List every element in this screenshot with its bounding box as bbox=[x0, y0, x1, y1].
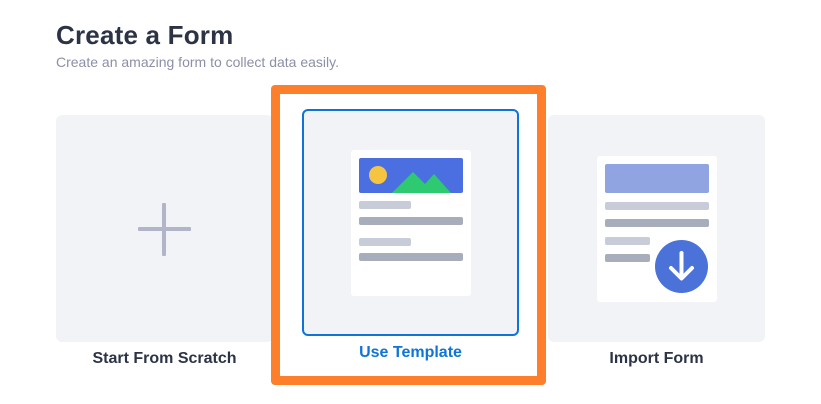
import-form-label[interactable]: Import Form bbox=[548, 350, 765, 368]
use-template-label[interactable]: Use Template bbox=[302, 344, 519, 362]
download-arrow-icon bbox=[655, 240, 708, 293]
import-line-3 bbox=[605, 237, 650, 245]
create-form-page: Create a Form Create an amazing form to … bbox=[0, 0, 821, 404]
import-form-header-block bbox=[605, 164, 709, 193]
page-title: Create a Form bbox=[56, 20, 234, 50]
import-line-1 bbox=[605, 202, 709, 210]
plus-icon-vertical-stroke bbox=[162, 203, 166, 256]
sun-icon bbox=[369, 166, 387, 184]
page-subtitle: Create an amazing form to collect data e… bbox=[56, 54, 339, 70]
import-line-2 bbox=[605, 219, 709, 227]
import-line-4 bbox=[605, 254, 650, 262]
template-line-4 bbox=[359, 253, 463, 261]
landscape-image-icon bbox=[369, 166, 451, 193]
start-from-scratch-label[interactable]: Start From Scratch bbox=[56, 350, 273, 368]
template-line-2 bbox=[359, 217, 463, 225]
image-banner-icon bbox=[359, 158, 463, 193]
template-line-1 bbox=[359, 201, 411, 209]
template-line-3 bbox=[359, 238, 411, 246]
